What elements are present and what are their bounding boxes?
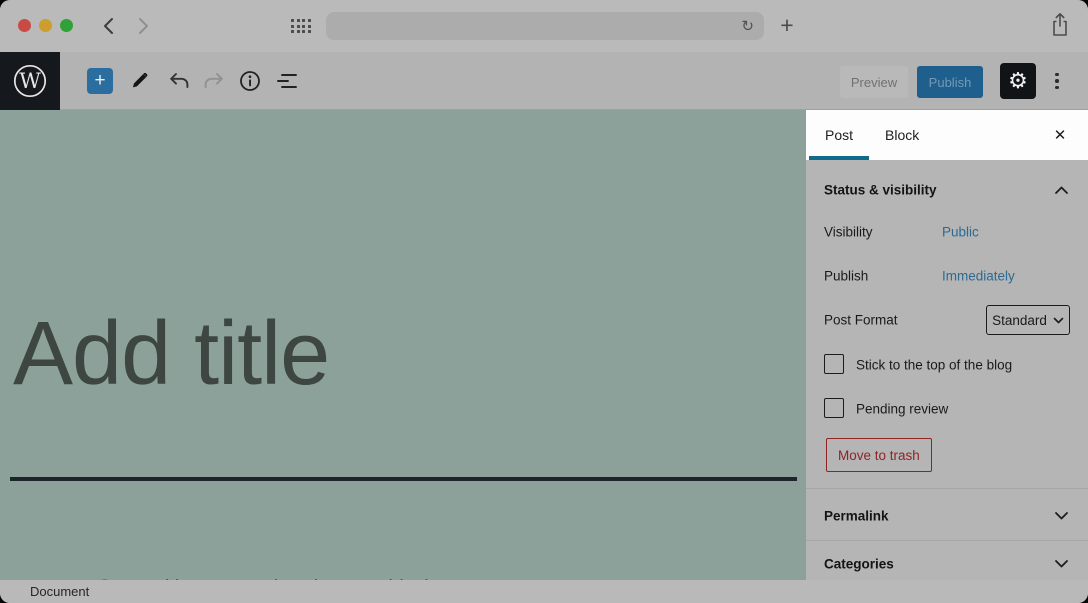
zoom-window-button[interactable] [60, 19, 73, 32]
editor-toolbar: W + [0, 52, 1088, 110]
list-view-icon [276, 71, 298, 91]
browser-window: ↻ + W + [0, 0, 1088, 603]
section-permalink[interactable]: Permalink [806, 494, 1088, 538]
address-bar[interactable]: ↻ [326, 12, 764, 40]
move-to-trash-button[interactable]: Move to trash [826, 438, 932, 472]
wordpress-logo-button[interactable]: W [0, 52, 60, 110]
publish-button[interactable]: Publish [917, 66, 983, 98]
chevron-up-icon [1054, 186, 1069, 195]
post-format-select[interactable]: Standard [986, 305, 1070, 335]
publish-date-link[interactable]: Immediately [942, 269, 1015, 284]
divider [806, 488, 1088, 489]
pending-review-checkbox-label[interactable]: Pending review [856, 402, 948, 417]
block-inserter-button[interactable]: + [87, 68, 113, 94]
tab-block[interactable]: Block [869, 110, 935, 160]
share-icon[interactable] [1049, 11, 1071, 39]
section-status-visibility[interactable]: Status & visibility [806, 168, 1088, 212]
list-view-button[interactable] [275, 69, 299, 93]
visibility-label: Visibility [824, 225, 873, 240]
section-title: Permalink [824, 509, 889, 524]
undo-icon [168, 71, 190, 91]
undo-button[interactable] [167, 69, 191, 93]
close-sidebar-button[interactable]: ✕ [1044, 110, 1076, 160]
post-format-label: Post Format [824, 313, 898, 328]
chevron-down-icon [1053, 317, 1064, 324]
separator-block[interactable] [10, 477, 797, 481]
reload-icon[interactable]: ↻ [741, 19, 764, 34]
redo-button[interactable] [202, 69, 226, 93]
document-statusbar: Document [0, 580, 1088, 603]
info-icon [239, 70, 261, 92]
traffic-lights [18, 19, 73, 32]
minimize-window-button[interactable] [39, 19, 52, 32]
pending-review-checkbox[interactable] [824, 398, 844, 418]
sticky-checkbox-label[interactable]: Stick to the top of the blog [856, 358, 1012, 373]
new-tab-button[interactable]: + [776, 11, 798, 39]
browser-back-button[interactable] [98, 16, 118, 36]
browser-chrome: ↻ + [0, 0, 1088, 52]
details-button[interactable] [238, 69, 262, 93]
options-menu-button[interactable] [1048, 69, 1066, 93]
breadcrumb[interactable]: Document [30, 584, 89, 599]
pencil-icon [130, 70, 152, 92]
svg-text:W: W [19, 69, 41, 93]
editor-canvas: Add title Start writing or type / to cho… [0, 110, 806, 580]
tools-button[interactable] [129, 69, 153, 93]
divider [806, 540, 1088, 541]
tab-overview-icon[interactable] [291, 19, 311, 33]
chevron-down-icon [1054, 512, 1069, 521]
section-title: Categories [824, 557, 894, 572]
redo-icon [203, 71, 225, 91]
publish-date-label: Publish [824, 269, 868, 284]
sidebar-tabs: Post Block ✕ [806, 110, 1088, 160]
sticky-checkbox[interactable] [824, 354, 844, 374]
visibility-value-link[interactable]: Public [942, 225, 979, 240]
tab-post[interactable]: Post [809, 110, 869, 160]
post-format-selected-value: Standard [992, 313, 1047, 328]
settings-sidebar: Post Block ✕ Status & visibility Visibil… [806, 110, 1088, 580]
post-title-input[interactable]: Add title [13, 303, 329, 406]
settings-button[interactable]: ⚙ [1000, 63, 1036, 99]
chevron-down-icon [1054, 560, 1069, 569]
preview-button[interactable]: Preview [840, 66, 908, 98]
browser-forward-button[interactable] [133, 16, 153, 36]
close-window-button[interactable] [18, 19, 31, 32]
sidebar-body: Status & visibility Visibility Public Pu… [806, 160, 1088, 580]
wordpress-icon: W [12, 63, 48, 99]
section-title: Status & visibility [824, 183, 937, 198]
gear-icon: ⚙ [1008, 70, 1028, 92]
